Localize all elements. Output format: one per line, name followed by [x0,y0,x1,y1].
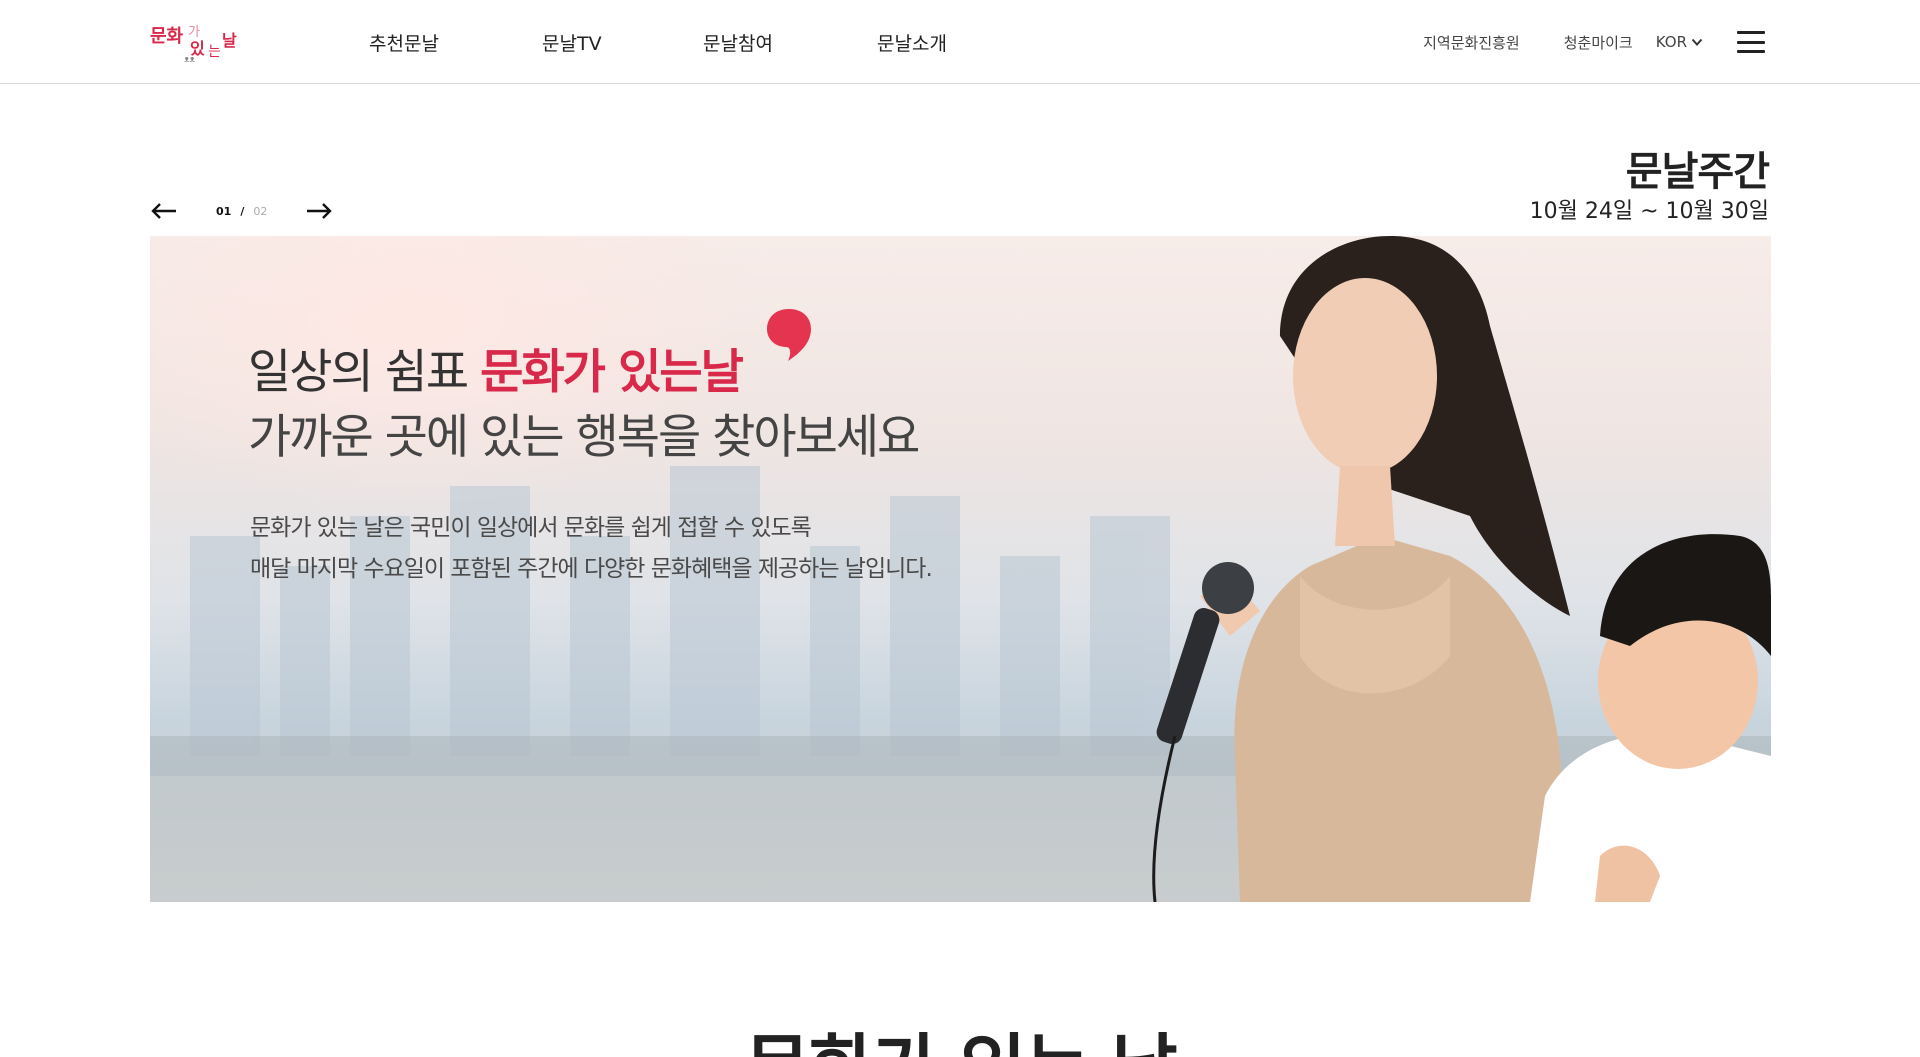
week-date: 10월 24일 ~ 10월 30일 [1529,199,1769,224]
main-banner[interactable]: 일상의 쉼표 문화가 있는날 가까운 곳에 있는 행복을 찾아보세요 문화가 있… [150,236,1771,902]
week-title: 문날주간 [1625,149,1770,195]
slider-next-button[interactable] [305,197,333,225]
utility-nav: 지역문화진흥원 청춘마이크 KOR [1423,0,1765,84]
slider-counter: 01 / 02 [216,205,267,218]
arrow-right-icon [307,203,333,219]
svg-text:ᴥᴥ: ᴥᴥ [184,55,195,62]
section-title: 문화가 있는 날 [0,1028,1920,1057]
nav-item-participate[interactable]: 문날참여 [703,29,877,56]
link-regional-culture[interactable]: 지역문화진흥원 [1423,32,1520,53]
nav-item-about[interactable]: 문날소개 [877,29,947,56]
week-info: 문날주간 10월 24일 ~ 10월 30일 [1529,148,1770,226]
slider-controls: 01 / 02 [150,197,333,225]
arrow-left-icon [151,203,176,219]
site-logo[interactable]: 문화 가 있 는 날 ᴥᴥ [150,22,242,65]
slider-current: 01 [216,204,232,218]
svg-text:는: 는 [208,44,221,60]
nav-item-recommend[interactable]: 추천문날 [369,29,542,56]
svg-text:가: 가 [188,25,200,40]
link-youth-mic[interactable]: 청춘마이크 [1564,32,1633,53]
nav-item-tv[interactable]: 문날TV [542,29,703,56]
language-selector[interactable]: KOR [1656,33,1703,51]
svg-text:날: 날 [222,31,237,50]
svg-text:문화: 문화 [150,26,184,47]
slider-prev-button[interactable] [150,197,178,225]
language-label: KOR [1655,33,1687,51]
logo-mark-icon: 문화 가 있 는 날 ᴥᴥ [150,25,237,65]
site-header: 문화 가 있 는 날 ᴥᴥ 추천문날 문날TV 문날참여 문날소개 지역문화진흥… [0,0,1920,84]
hamburger-menu-icon[interactable] [1737,31,1765,53]
singers-photo [1152,236,1771,902]
slider-total: 02 [253,204,268,218]
chevron-down-icon [1691,38,1703,46]
slider-separator: / [240,204,245,218]
main-nav: 추천문날 문날TV 문날참여 문날소개 [369,0,947,84]
